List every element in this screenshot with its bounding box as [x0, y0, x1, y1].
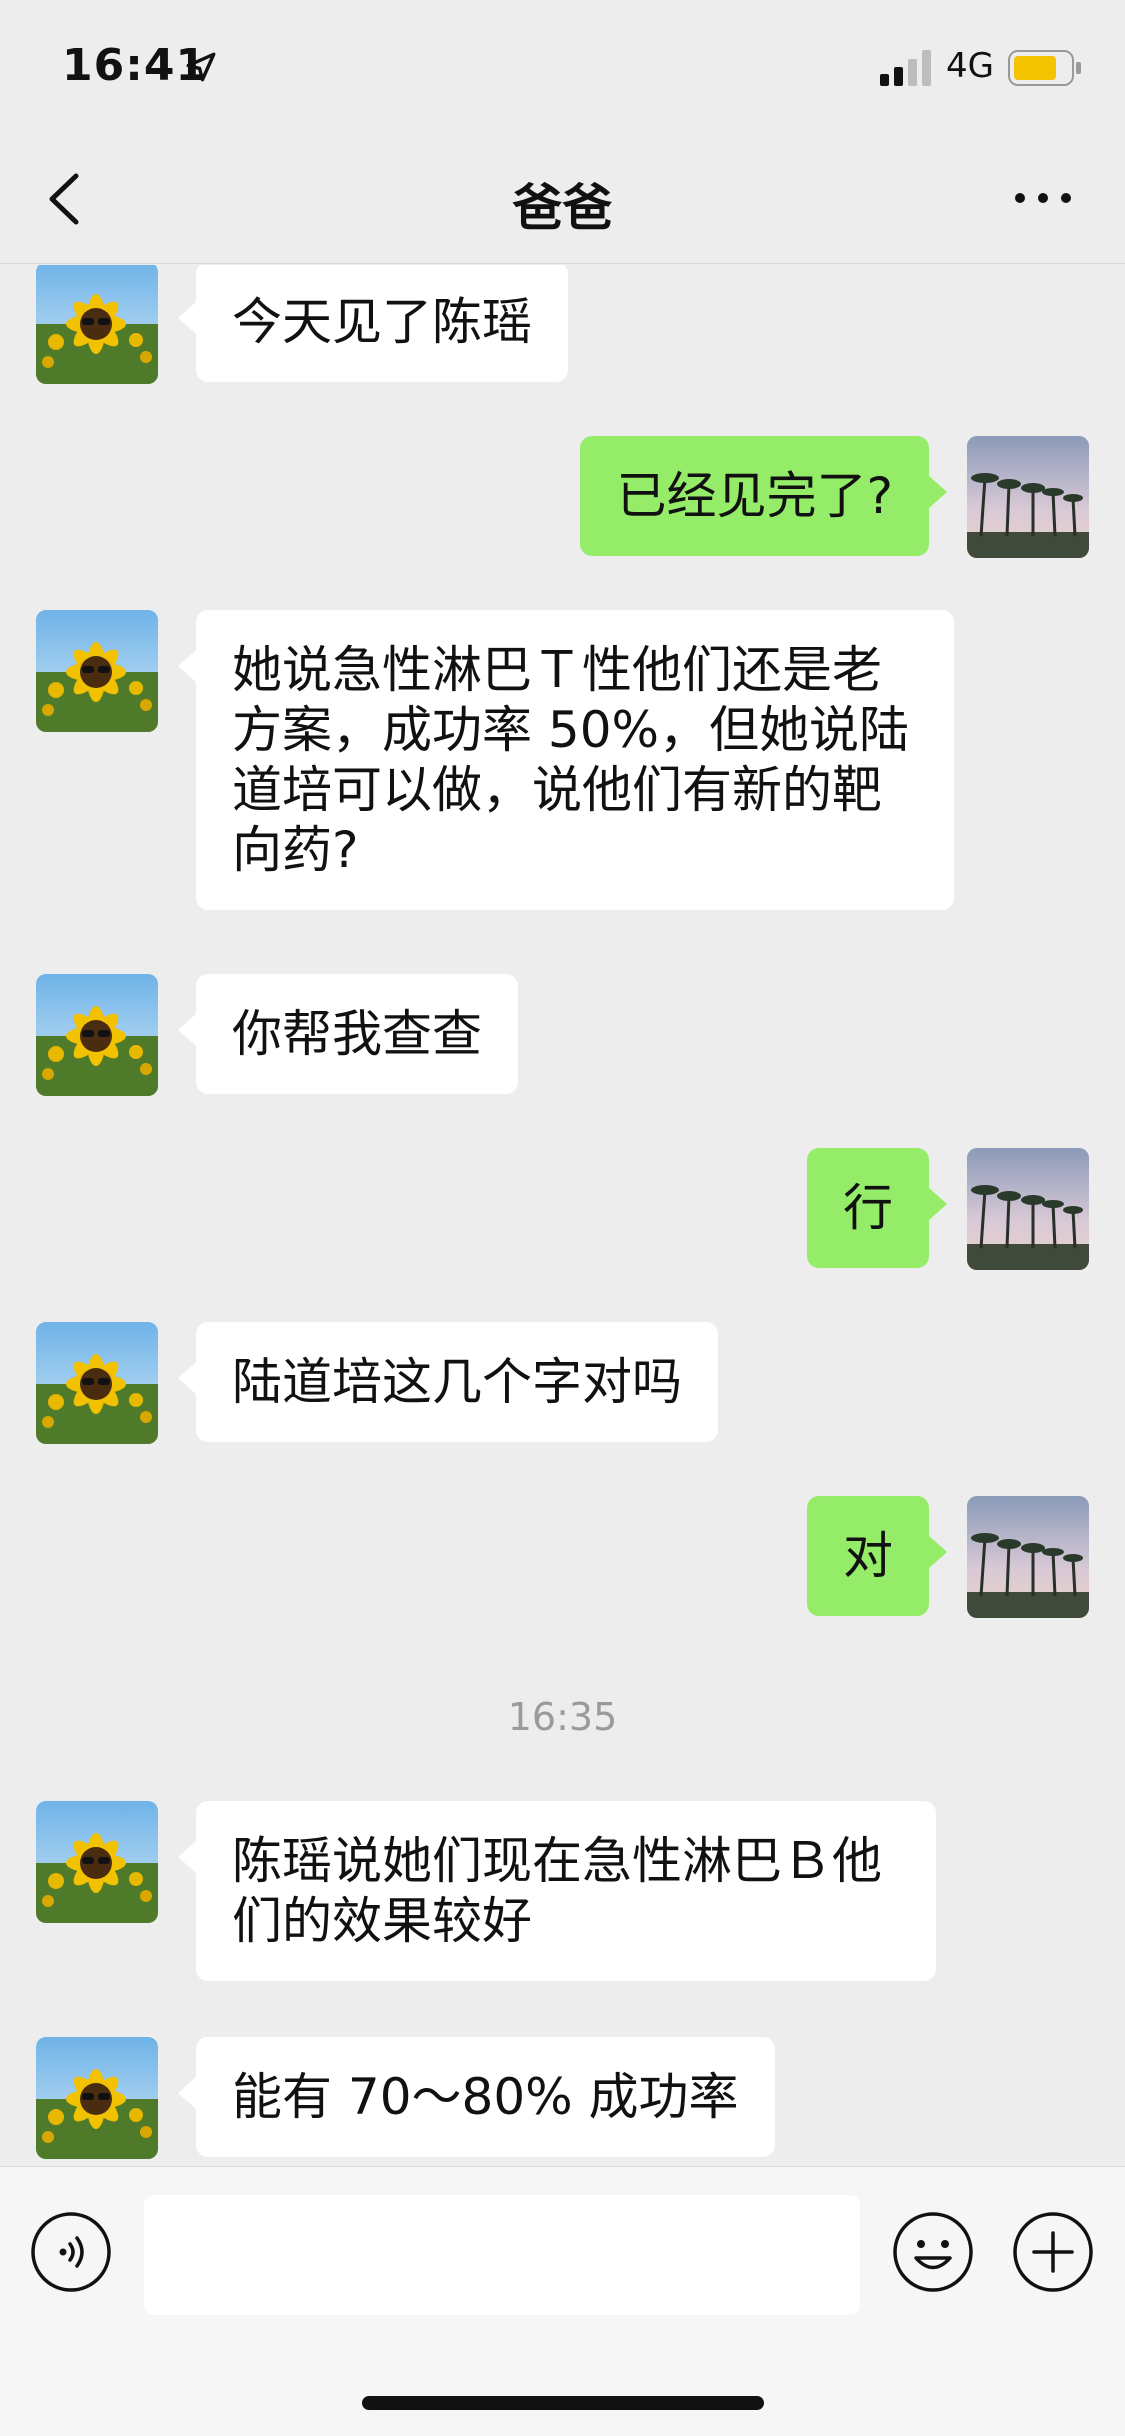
avatar-me[interactable] — [967, 1148, 1089, 1270]
status-bar: 16:41 4G — [0, 0, 1125, 140]
message-bubble-outgoing[interactable]: 已经见完了? — [580, 436, 947, 556]
more-button[interactable] — [1008, 168, 1078, 228]
avatar-dad[interactable] — [36, 2037, 158, 2159]
plus-icon[interactable] — [1012, 2211, 1094, 2293]
signal-icon — [880, 50, 931, 86]
message-bubble-outgoing[interactable]: 行 — [807, 1148, 947, 1268]
message-bubble-incoming[interactable]: 你帮我查查 — [178, 974, 518, 1094]
chat-message-list[interactable]: 今天见了陈瑶 已经见完了? 她说急性淋巴Ｔ性他们还是老 方案，成功率 50%，但… — [0, 265, 1125, 2165]
message-bubble-incoming[interactable]: 她说急性淋巴Ｔ性他们还是老 方案，成功率 50%，但她说陆 道培可以做，说他们有… — [178, 610, 954, 910]
message-input[interactable] — [144, 2195, 860, 2315]
message-bubble-incoming[interactable]: 陈瑶说她们现在急性淋巴Ｂ他 们的效果较好 — [178, 1801, 936, 1981]
avatar-dad[interactable] — [36, 610, 158, 732]
message-timestamp: 16:35 — [507, 1695, 618, 1739]
battery-icon — [1008, 50, 1081, 86]
message-bubble-incoming[interactable]: 陆道培这几个字对吗 — [178, 1322, 718, 1442]
avatar-dad[interactable] — [36, 1801, 158, 1923]
avatar-dad[interactable] — [36, 974, 158, 1096]
avatar-me[interactable] — [967, 1496, 1089, 1618]
network-label: 4G — [946, 46, 994, 86]
avatar-dad[interactable] — [36, 265, 158, 384]
nav-bar: 爸爸 — [0, 140, 1125, 264]
message-bubble-incoming[interactable]: 能有 70～80% 成功率 — [178, 2037, 775, 2157]
home-indicator[interactable] — [362, 2396, 764, 2410]
message-bubble-incoming[interactable]: 今天见了陈瑶 — [178, 265, 568, 382]
location-arrow-icon — [186, 52, 216, 82]
chat-title: 爸爸 — [512, 179, 613, 237]
message-bubble-outgoing[interactable]: 对 — [807, 1496, 947, 1616]
voice-icon[interactable] — [30, 2211, 112, 2293]
avatar-dad[interactable] — [36, 1322, 158, 1444]
avatar-me[interactable] — [967, 436, 1089, 558]
emoji-icon[interactable] — [892, 2211, 974, 2293]
